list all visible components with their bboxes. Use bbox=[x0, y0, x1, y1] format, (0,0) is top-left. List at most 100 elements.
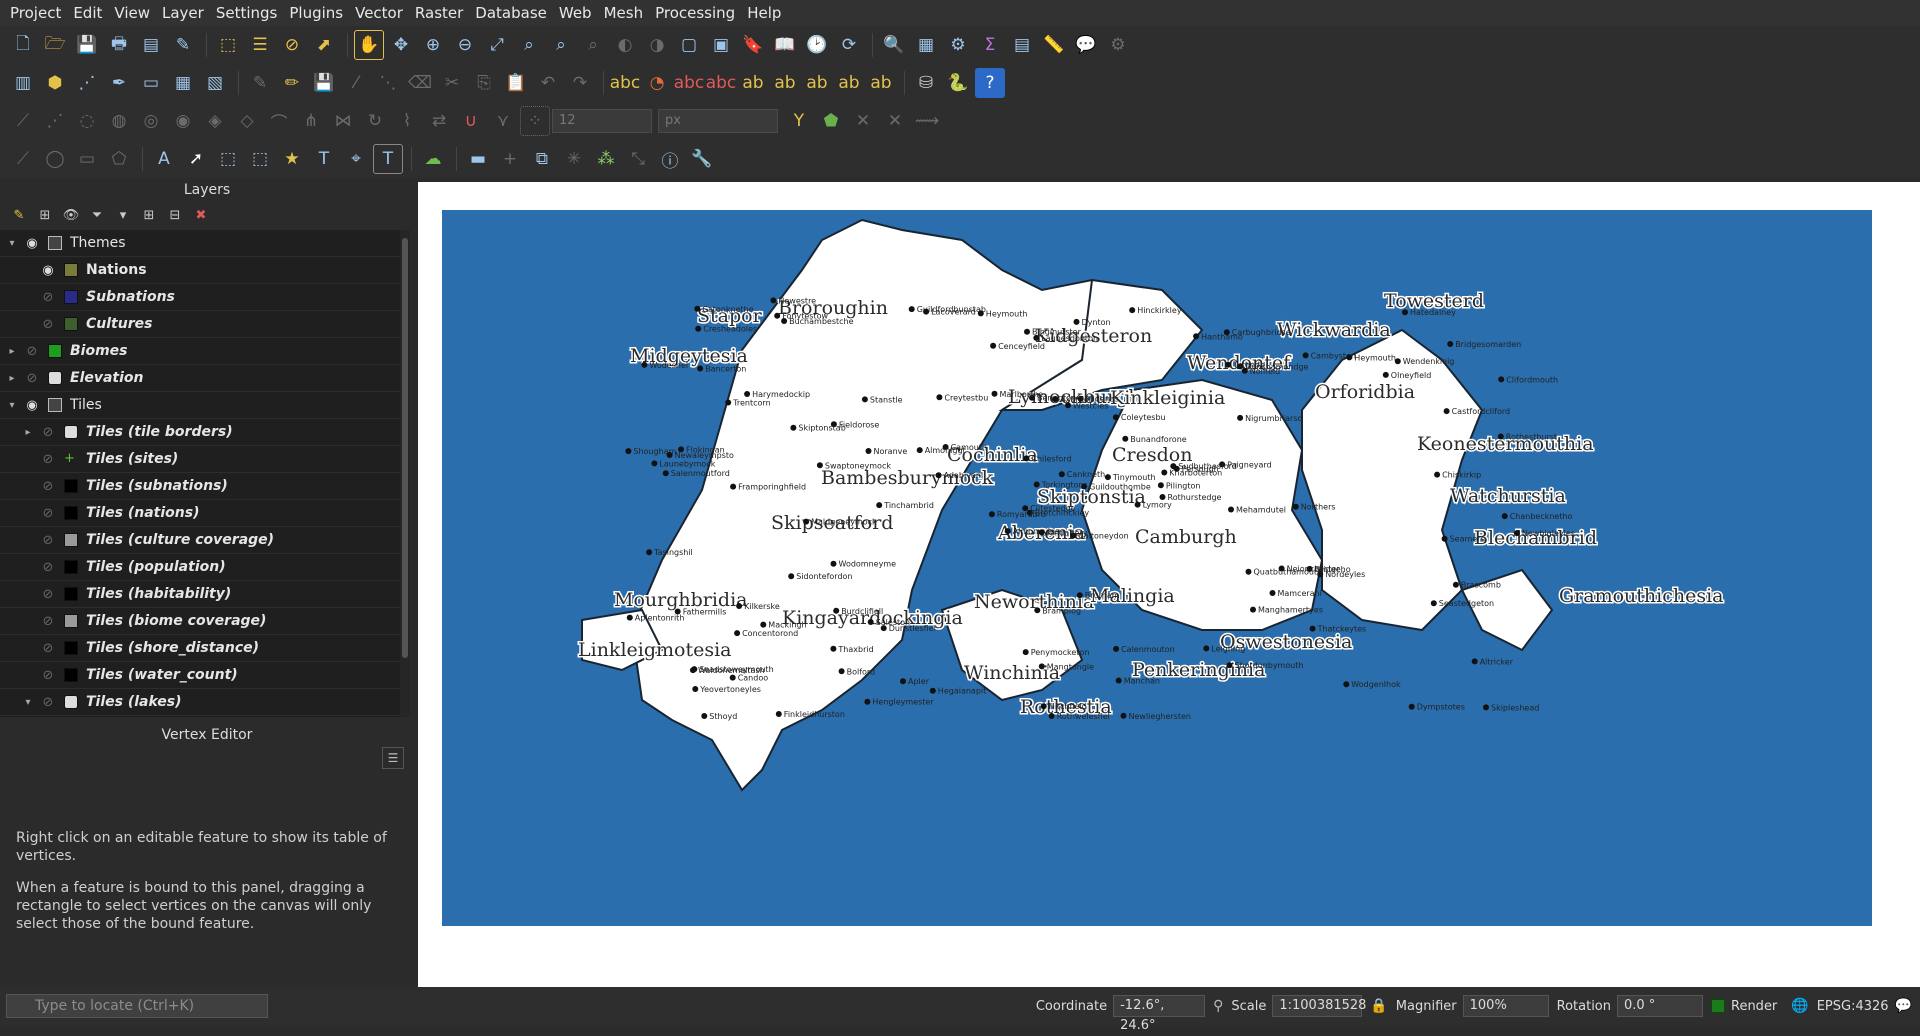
menu-view[interactable]: View bbox=[108, 0, 156, 26]
visibility-eye-icon[interactable]: ⊘ bbox=[36, 695, 60, 710]
menu-help[interactable]: Help bbox=[741, 0, 787, 26]
add-vector-icon[interactable]: ▧ bbox=[200, 68, 230, 98]
visibility-eye-icon[interactable]: ◉ bbox=[20, 398, 44, 413]
plugin-settings-icon[interactable]: ⚙ bbox=[1103, 30, 1133, 60]
redo-icon[interactable]: ↷ bbox=[565, 68, 595, 98]
menu-project[interactable]: Project bbox=[4, 0, 67, 26]
toolbox-icon[interactable]: ⚙ bbox=[943, 30, 973, 60]
expression-icon[interactable]: ⧉ bbox=[527, 144, 557, 174]
layer-tree-scrollbar[interactable] bbox=[400, 230, 410, 717]
style-manager-icon[interactable]: ✎ bbox=[168, 30, 198, 60]
snap-mode-icon[interactable]: ⋎ bbox=[488, 106, 518, 136]
current-edits-icon[interactable]: ✏ bbox=[277, 68, 307, 98]
identify-select-icon[interactable]: ⬈ bbox=[309, 30, 339, 60]
reshape-icon[interactable]: ◇ bbox=[232, 106, 262, 136]
snap-type-icon[interactable]: ⁘ bbox=[520, 106, 550, 136]
highlight-feature-icon[interactable]: ★ bbox=[277, 144, 307, 174]
simplify-icon[interactable]: ⌇ bbox=[392, 106, 422, 136]
menu-edit[interactable]: Edit bbox=[67, 0, 108, 26]
layer-row[interactable]: ⊘ Tiles (subnations) bbox=[0, 473, 400, 500]
visibility-eye-icon[interactable]: ⊘ bbox=[36, 668, 60, 683]
expand-toggle-icon[interactable]: ▸ bbox=[4, 346, 20, 357]
map-canvas[interactable]: Stapor Broroughin Midgeytesia Kidgesteron Ly… bbox=[418, 182, 1920, 988]
snap-units-select[interactable]: px bbox=[658, 109, 778, 133]
map-tips-icon[interactable]: 💬 bbox=[1071, 30, 1101, 60]
new-temporary-layer-icon[interactable]: ▭ bbox=[136, 68, 166, 98]
collapse-all-icon[interactable]: ⊟ bbox=[164, 204, 186, 226]
layer-row[interactable]: ⊘ + Tiles (sites) bbox=[0, 446, 400, 473]
scale-tool-icon[interactable]: ✳ bbox=[559, 144, 589, 174]
undo-icon[interactable]: ↶ bbox=[533, 68, 563, 98]
menu-settings[interactable]: Settings bbox=[210, 0, 284, 26]
toggle-editing-icon[interactable]: ✎ bbox=[245, 68, 275, 98]
paste-features-icon[interactable]: 📋 bbox=[501, 68, 531, 98]
expand-toggle-icon[interactable]: ▸ bbox=[20, 427, 36, 438]
crs-globe-icon[interactable]: 🌐 bbox=[1791, 998, 1808, 1014]
zoom-to-selection-icon[interactable]: ⌕ bbox=[514, 30, 544, 60]
layer-row[interactable]: ▾ ◉ Themes bbox=[0, 230, 400, 257]
add-circular-string-icon[interactable]: ⋰ bbox=[40, 106, 70, 136]
menu-database[interactable]: Database bbox=[469, 0, 553, 26]
cut-features-icon[interactable]: ✂ bbox=[437, 68, 467, 98]
text-format-icon[interactable]: T bbox=[373, 144, 403, 174]
gps-icon[interactable]: ⛁ bbox=[911, 68, 941, 98]
split-features-icon[interactable]: ⋔ bbox=[296, 106, 326, 136]
digitize-tool-icon[interactable]: ⟋ bbox=[8, 106, 38, 136]
visibility-eye-icon[interactable]: ⊘ bbox=[36, 317, 60, 332]
new-3d-view-icon[interactable]: ▣ bbox=[706, 30, 736, 60]
statistical-summary-icon[interactable]: Σ bbox=[975, 30, 1005, 60]
avoid-overlap-icon[interactable]: ⬟ bbox=[816, 106, 846, 136]
pan-to-selection-icon[interactable]: ✥ bbox=[386, 30, 416, 60]
select-annotation-icon[interactable]: ➚ bbox=[181, 144, 211, 174]
menu-raster[interactable]: Raster bbox=[409, 0, 469, 26]
expand-toggle-icon[interactable]: ▾ bbox=[4, 400, 20, 411]
magnifier-field[interactable]: 100% bbox=[1462, 995, 1549, 1017]
show-hide-labels-icon[interactable]: ab bbox=[738, 68, 768, 98]
layer-row[interactable]: ⊘ Tiles (shore_distance) bbox=[0, 635, 400, 662]
offset-curve-icon[interactable]: ⌒ bbox=[264, 106, 294, 136]
messages-icon[interactable]: 💬 bbox=[1895, 998, 1912, 1014]
visibility-eye-icon[interactable]: ⊘ bbox=[36, 533, 60, 548]
visibility-eye-icon[interactable]: ⊘ bbox=[20, 371, 44, 386]
text-annotation-icon[interactable]: T bbox=[309, 144, 339, 174]
layout-manager-icon[interactable]: ▤ bbox=[136, 30, 166, 60]
save-project-icon[interactable]: 💾 bbox=[72, 30, 102, 60]
delete-part-icon[interactable]: ◈ bbox=[200, 106, 230, 136]
pin-labels-tool-icon[interactable]: ⌖ bbox=[341, 144, 371, 174]
layer-row[interactable]: ▸ ⊘ Elevation bbox=[0, 365, 400, 392]
rotate-label-icon[interactable]: ab bbox=[802, 68, 832, 98]
pin-labels-icon[interactable]: abc bbox=[674, 68, 705, 98]
layer-row[interactable]: ▾ ◉ Tiles bbox=[0, 392, 400, 419]
layer-row[interactable]: ⊘ Tiles (biome coverage) bbox=[0, 608, 400, 635]
add-group-icon[interactable]: ⊞ bbox=[34, 204, 56, 226]
visibility-eye-icon[interactable]: ◉ bbox=[20, 236, 44, 251]
select-features-icon[interactable]: ⬚ bbox=[213, 30, 243, 60]
field-calculator-icon[interactable]: ▤ bbox=[1007, 30, 1037, 60]
rectangle-icon[interactable]: ▭ bbox=[72, 144, 102, 174]
expand-toggle-icon[interactable]: ▾ bbox=[4, 238, 20, 249]
zoom-native-icon[interactable]: ⌕ bbox=[578, 30, 608, 60]
zoom-next-icon[interactable]: ◑ bbox=[642, 30, 672, 60]
visibility-eye-icon[interactable]: ⊘ bbox=[20, 344, 44, 359]
visibility-eye-icon[interactable]: ⊘ bbox=[36, 614, 60, 629]
deselect-icon[interactable]: ⊘ bbox=[277, 30, 307, 60]
new-shapefile-layer-icon[interactable]: ⋰ bbox=[72, 68, 102, 98]
data-source-manager-icon[interactable]: ▥ bbox=[8, 68, 38, 98]
annotation-text-icon[interactable]: A bbox=[149, 144, 179, 174]
move-label-icon[interactable]: ab bbox=[770, 68, 800, 98]
visibility-eye-icon[interactable]: ⊘ bbox=[36, 425, 60, 440]
help-icon[interactable]: ? bbox=[975, 68, 1005, 98]
coordinate-field[interactable]: -12.6°, 24.6° bbox=[1113, 995, 1206, 1033]
label-toolbar-icon[interactable]: abc bbox=[610, 68, 641, 98]
menu-plugins[interactable]: Plugins bbox=[283, 0, 349, 26]
layer-row[interactable]: ⊘ Tiles (nations) bbox=[0, 500, 400, 527]
georeference-icon[interactable]: ⁂ bbox=[591, 144, 621, 174]
refresh-icon[interactable]: ⟳ bbox=[834, 30, 864, 60]
pan-map-icon[interactable]: ✋ bbox=[354, 30, 384, 60]
layer-row[interactable]: ⊘ Tiles (water_count) bbox=[0, 662, 400, 689]
zoom-to-layer-icon[interactable]: ⌕ bbox=[546, 30, 576, 60]
settings-wrench-icon[interactable]: 🔧 bbox=[687, 144, 717, 174]
menu-layer[interactable]: Layer bbox=[156, 0, 210, 26]
zoom-out-icon[interactable]: ⊖ bbox=[450, 30, 480, 60]
layer-row[interactable]: ▾ ⊘ Tiles (lakes) bbox=[0, 689, 400, 716]
